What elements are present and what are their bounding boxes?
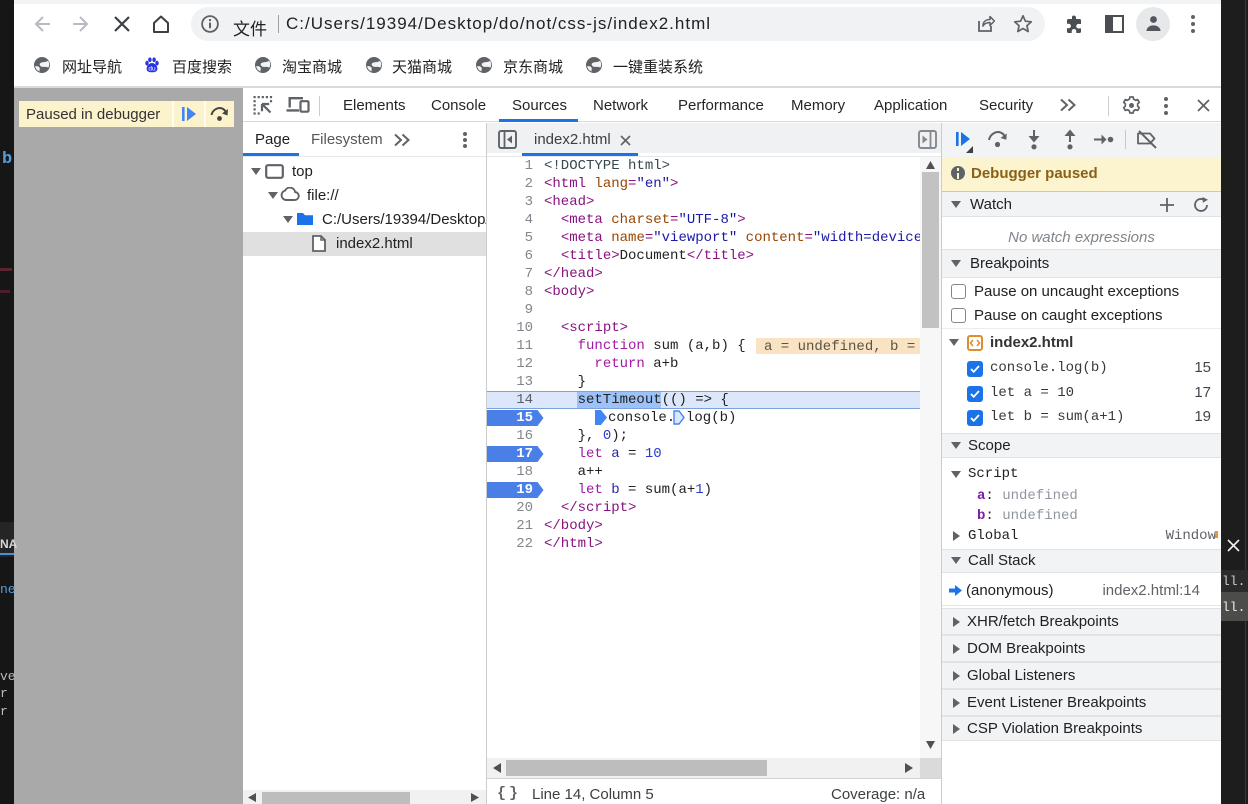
svg-text:du: du — [148, 65, 156, 72]
